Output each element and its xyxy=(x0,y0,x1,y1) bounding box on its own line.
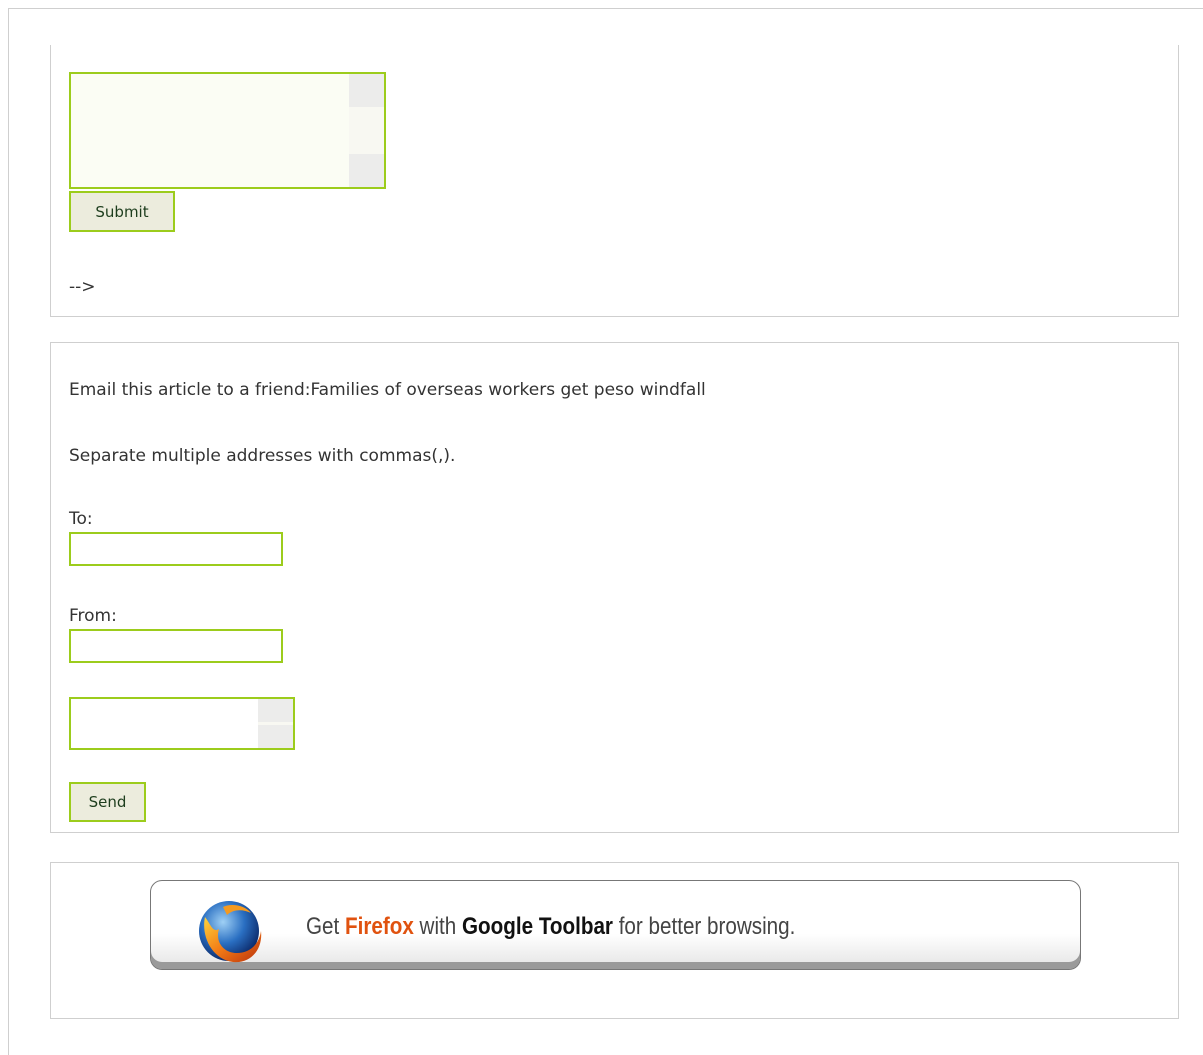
banner-google-toolbar: Google Toolbar xyxy=(461,913,613,940)
firefox-logo-icon xyxy=(199,901,262,963)
comment-form-section: Submit --> xyxy=(50,45,1179,317)
banner-firefox: Firefox xyxy=(345,913,414,940)
banner-get: Get xyxy=(306,913,346,940)
send-button[interactable]: Send xyxy=(69,782,146,822)
banner-rest: for better browsing. xyxy=(612,913,796,940)
banner-with: with xyxy=(413,913,462,940)
firefox-banner-text: Get Firefox with Google Toolbar for bett… xyxy=(306,913,795,941)
firefox-promo-section: Get Firefox with Google Toolbar for bett… xyxy=(50,862,1179,1019)
email-hint: Separate multiple addresses with commas(… xyxy=(69,446,456,466)
scroll-down-arrow[interactable] xyxy=(349,154,384,187)
email-article-section: Email this article to a friend:Families … xyxy=(50,342,1179,833)
message-scroll-up[interactable] xyxy=(258,699,293,722)
from-label: From: xyxy=(69,606,117,626)
to-input[interactable] xyxy=(69,532,283,566)
scroll-up-arrow[interactable] xyxy=(349,74,384,107)
from-input[interactable] xyxy=(69,629,283,663)
email-heading-prefix: Email this article to a friend: xyxy=(69,380,311,400)
message-scroll-down[interactable] xyxy=(258,725,293,748)
comment-close-text: --> xyxy=(69,277,96,297)
article-title: Families of overseas workers get peso wi… xyxy=(310,380,706,400)
textarea-scrollbar[interactable] xyxy=(349,74,384,187)
firefox-banner[interactable]: Get Firefox with Google Toolbar for bett… xyxy=(150,880,1081,970)
message-scrollbar[interactable] xyxy=(258,699,293,748)
comment-textarea[interactable] xyxy=(69,72,386,189)
to-label: To: xyxy=(69,509,93,529)
email-heading: Email this article to a friend:Families … xyxy=(69,380,706,400)
submit-button[interactable]: Submit xyxy=(69,191,175,232)
message-textarea[interactable] xyxy=(69,697,295,750)
